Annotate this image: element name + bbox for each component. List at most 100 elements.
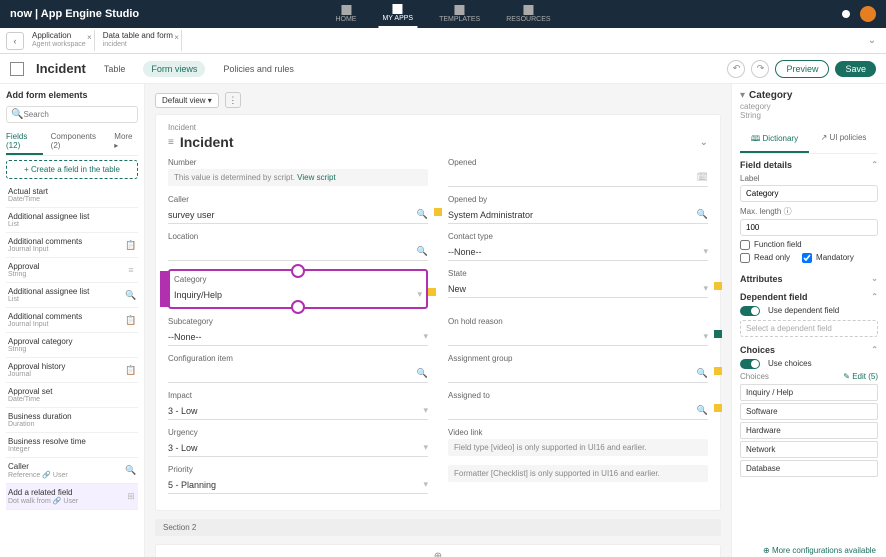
tab-components[interactable]: Components (2) — [51, 129, 107, 155]
search-box[interactable]: 🔍 — [6, 106, 138, 123]
field-item[interactable]: Business durationDuration — [6, 408, 138, 433]
field-item[interactable]: Additional commentsJournal Input📋 — [6, 233, 138, 258]
chevron-down-icon: ▾ — [423, 442, 428, 453]
field-priority[interactable]: 5 - Planning▾ — [168, 476, 428, 494]
create-field-button[interactable]: + Create a field in the table — [6, 160, 138, 179]
left-title: Add form elements — [6, 90, 138, 100]
page-title: Incident — [36, 61, 86, 76]
video-note: Field type [video] is only supported in … — [448, 439, 708, 456]
notification-icon[interactable] — [842, 10, 850, 18]
chevron-down-icon: ▾ — [423, 405, 428, 416]
field-item[interactable]: Approval categoryString — [6, 333, 138, 358]
chevron-down-icon[interactable]: ▾ — [740, 90, 745, 101]
chevron-down-icon: ▾ — [703, 331, 708, 342]
add-section-button[interactable]: ⊕ — [155, 544, 721, 557]
search-icon: 🔍 — [11, 109, 23, 120]
field-item[interactable]: Additional commentsJournal Input📋 — [6, 308, 138, 333]
tab-table[interactable]: Table — [96, 61, 134, 77]
collapse-icon[interactable]: ⌃ — [871, 345, 878, 354]
tab-more[interactable]: More ▸ — [114, 129, 138, 155]
resources-icon — [523, 5, 533, 15]
crumb-table[interactable]: Data table and form incident × — [95, 30, 182, 50]
type-icon: 📋 — [126, 365, 136, 375]
field-opened[interactable]: 🗓 — [448, 169, 708, 187]
field-onhold[interactable]: ▾ — [448, 328, 708, 346]
add-related-field[interactable]: Add a related field Dot walk from 🔗 User… — [6, 484, 138, 510]
field-subcategory[interactable]: --None--▾ — [168, 328, 428, 346]
edit-choices-link[interactable]: ✎ Edit (5) — [843, 372, 878, 381]
choices-toggle[interactable] — [740, 359, 760, 369]
chevron-down-icon: ▾ — [703, 246, 708, 257]
choice-item[interactable]: Hardware — [740, 422, 878, 439]
chevron-down-icon[interactable]: ⌄ — [700, 137, 708, 148]
field-item[interactable]: Business resolve timeInteger — [6, 433, 138, 458]
field-ag[interactable]: 🔍 — [448, 365, 708, 383]
hamburger-icon[interactable]: ≡ — [168, 137, 174, 148]
drag-handle[interactable] — [160, 271, 170, 307]
search-input[interactable] — [23, 110, 133, 119]
tab-ui-policies[interactable]: ↗ UI policies — [809, 129, 878, 153]
search-icon: 🔍 — [697, 368, 708, 379]
field-impact[interactable]: 3 - Low▾ — [168, 402, 428, 420]
field-item[interactable]: CallerReference 🔗 User🔍 — [6, 458, 138, 484]
readonly-check[interactable]: Read only — [740, 253, 790, 263]
field-item[interactable]: Approval historyJournal📋 — [6, 358, 138, 383]
field-openedby[interactable]: System Administrator🔍 — [448, 206, 708, 224]
chevron-down-icon[interactable]: ⌄ — [864, 33, 880, 49]
field-caller[interactable]: survey user🔍 — [168, 206, 428, 224]
field-ci[interactable]: 🔍 — [168, 365, 428, 383]
tab-policies[interactable]: Policies and rules — [215, 61, 302, 77]
more-config-link[interactable]: ⊕ More configurations available — [763, 546, 876, 555]
calendar-icon[interactable]: 🗓 — [697, 172, 708, 183]
choice-item[interactable]: Database — [740, 460, 878, 477]
field-assignedto[interactable]: 🔍 — [448, 402, 708, 420]
dependent-toggle[interactable] — [740, 306, 760, 316]
collapse-icon[interactable]: ⌃ — [871, 160, 878, 169]
home-icon — [341, 5, 351, 15]
mandatory-check[interactable]: Mandatory — [802, 253, 854, 263]
section-2[interactable]: Section 2 — [155, 519, 721, 536]
close-icon[interactable]: × — [87, 34, 92, 43]
view-selector[interactable]: Default view ▾ — [155, 93, 219, 108]
apps-icon — [393, 4, 403, 14]
view-script-link[interactable]: View script — [297, 173, 336, 182]
field-urgency[interactable]: 3 - Low▾ — [168, 439, 428, 457]
choice-item[interactable]: Inquiry / Help — [740, 384, 878, 401]
view-menu-button[interactable]: ⋮ — [225, 92, 241, 108]
search-icon: 🔍 — [417, 246, 428, 257]
tab-dictionary[interactable]: 🕮 Dictionary — [740, 129, 809, 153]
tab-form-views[interactable]: Form views — [143, 61, 205, 77]
field-item[interactable]: ApprovalString≡ — [6, 258, 138, 283]
field-state[interactable]: New▾ — [448, 280, 708, 298]
choice-item[interactable]: Network — [740, 441, 878, 458]
field-item[interactable]: Approval setDate/Time — [6, 383, 138, 408]
field-category-selected[interactable]: Category Inquiry/Help▾ — [168, 269, 428, 309]
maxlength-input[interactable] — [740, 219, 878, 236]
form-card: Incident ≡ Incident ⌄ Number This value … — [155, 114, 721, 511]
field-item[interactable]: Additional assignee listList🔍 — [6, 283, 138, 308]
function-field-check[interactable]: Function field — [740, 240, 878, 250]
nav-templates[interactable]: TEMPLATES — [435, 0, 484, 28]
save-button[interactable]: Save — [835, 61, 876, 77]
preview-button[interactable]: Preview — [775, 60, 829, 78]
chevron-down-icon[interactable]: ⌄ — [871, 274, 878, 283]
close-icon[interactable]: × — [174, 34, 179, 43]
back-button[interactable]: ‹ — [6, 32, 24, 50]
field-item[interactable]: Actual startDate/Time — [6, 183, 138, 208]
undo-button[interactable]: ↶ — [727, 60, 745, 78]
collapse-icon[interactable]: ⌃ — [871, 292, 878, 301]
choice-item[interactable]: Software — [740, 403, 878, 420]
label-input[interactable] — [740, 185, 878, 202]
redo-button[interactable]: ↷ — [751, 60, 769, 78]
avatar[interactable] — [860, 6, 876, 22]
field-location[interactable]: 🔍 — [168, 243, 428, 261]
nav-resources[interactable]: RESOURCES — [502, 0, 554, 28]
crumb-app[interactable]: Application Agent workspace × — [24, 30, 95, 50]
field-contact[interactable]: --None--▾ — [448, 243, 708, 261]
field-item[interactable]: Additional assignee listList — [6, 208, 138, 233]
dependent-select[interactable]: Select a dependent field — [740, 320, 878, 337]
tab-fields[interactable]: Fields (12) — [6, 129, 43, 155]
nav-home[interactable]: HOME — [331, 0, 360, 28]
nav-myapps[interactable]: MY APPS — [378, 0, 417, 28]
type-icon: 📋 — [126, 240, 136, 250]
